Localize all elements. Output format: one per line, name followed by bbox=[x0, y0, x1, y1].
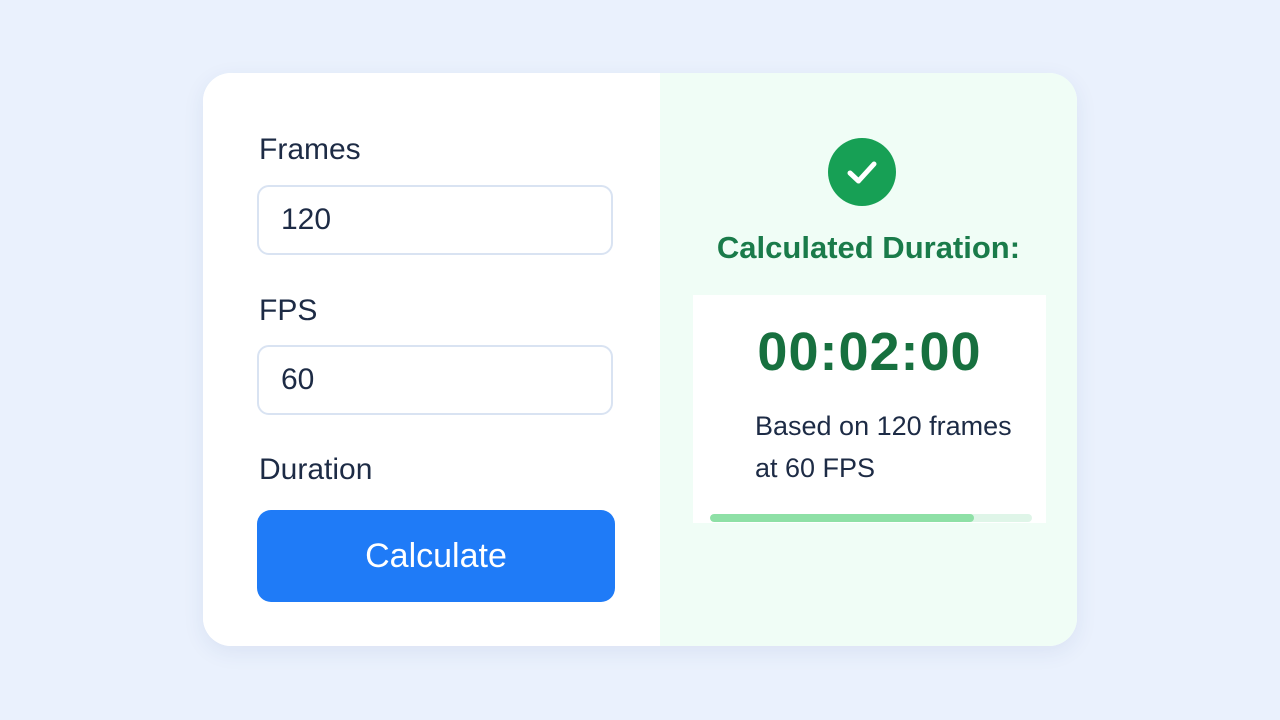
fps-field[interactable] bbox=[257, 345, 613, 415]
basis-line-fps: at 60 FPS bbox=[755, 453, 876, 483]
success-badge bbox=[828, 138, 896, 206]
result-panel: Calculated Duration: 00:02:00 Based on 1… bbox=[660, 73, 1077, 646]
input-panel: Frames FPS Duration Calculate bbox=[203, 73, 660, 646]
duration-basis: Based on 120 frames at 60 FPS bbox=[755, 405, 1045, 489]
basis-line-frames: Based on 120 frames bbox=[755, 411, 1012, 441]
duration-value: 00:02:00 bbox=[757, 322, 982, 382]
frames-input[interactable] bbox=[259, 187, 611, 253]
result-box: 00:02:00 Based on 120 frames at 60 FPS bbox=[693, 295, 1046, 523]
result-title: Calculated Duration: bbox=[716, 230, 1021, 265]
frames-label: Frames bbox=[259, 133, 361, 166]
app-background: Frames FPS Duration Calculate Calculated… bbox=[0, 0, 1280, 720]
calculator-card: Frames FPS Duration Calculate Calculated… bbox=[203, 73, 1077, 646]
fps-input[interactable] bbox=[259, 347, 611, 413]
progress-fill bbox=[710, 514, 975, 522]
fps-label: FPS bbox=[259, 294, 318, 327]
frames-field[interactable] bbox=[257, 185, 613, 255]
duration-label: Duration bbox=[259, 453, 373, 486]
calculate-button[interactable]: Calculate bbox=[257, 510, 615, 602]
check-icon bbox=[847, 161, 877, 184]
progress-bar bbox=[710, 514, 1032, 522]
